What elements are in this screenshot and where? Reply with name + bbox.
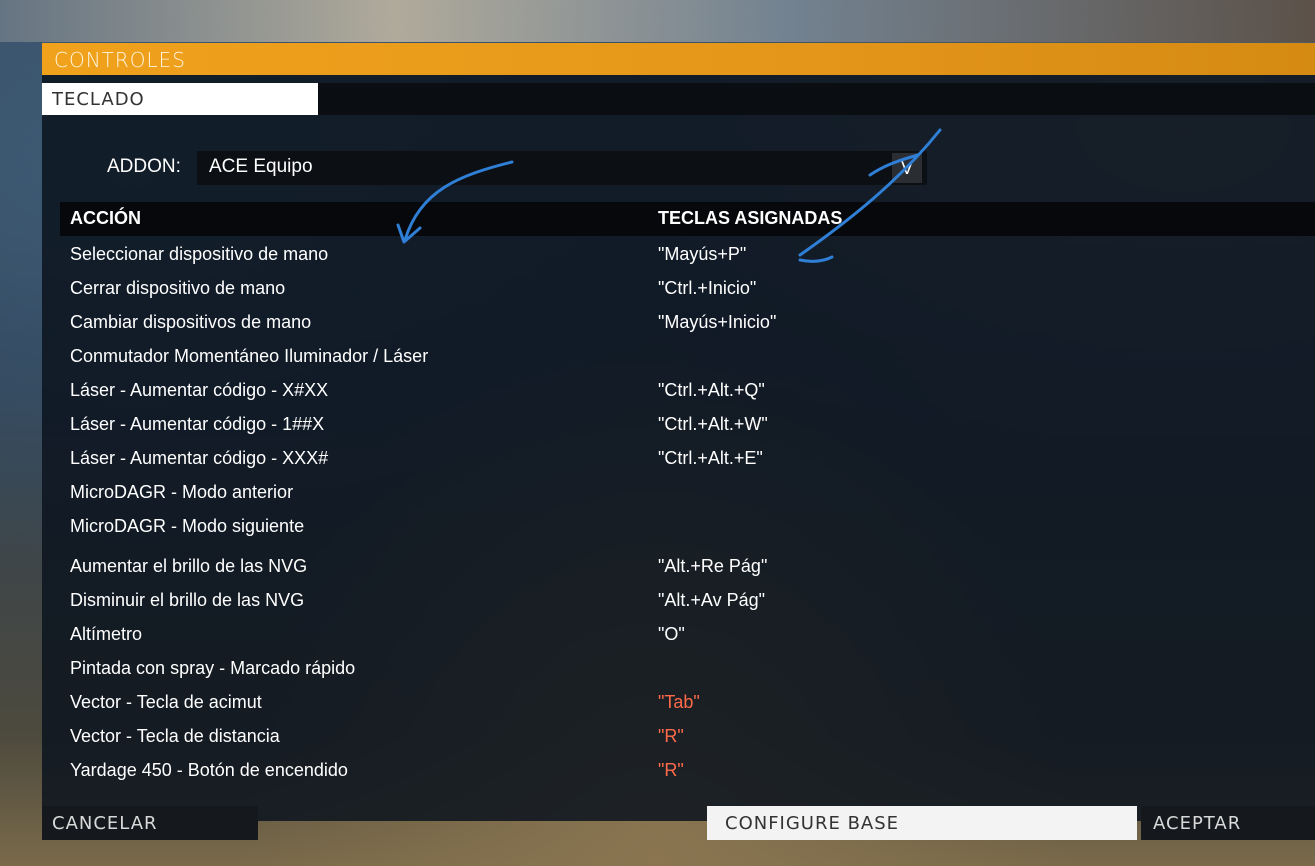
- annotation-overlay: [396, 128, 942, 263]
- annotation-arrowhead-icon: [798, 255, 834, 263]
- annotation-arrow-icon: [798, 128, 942, 257]
